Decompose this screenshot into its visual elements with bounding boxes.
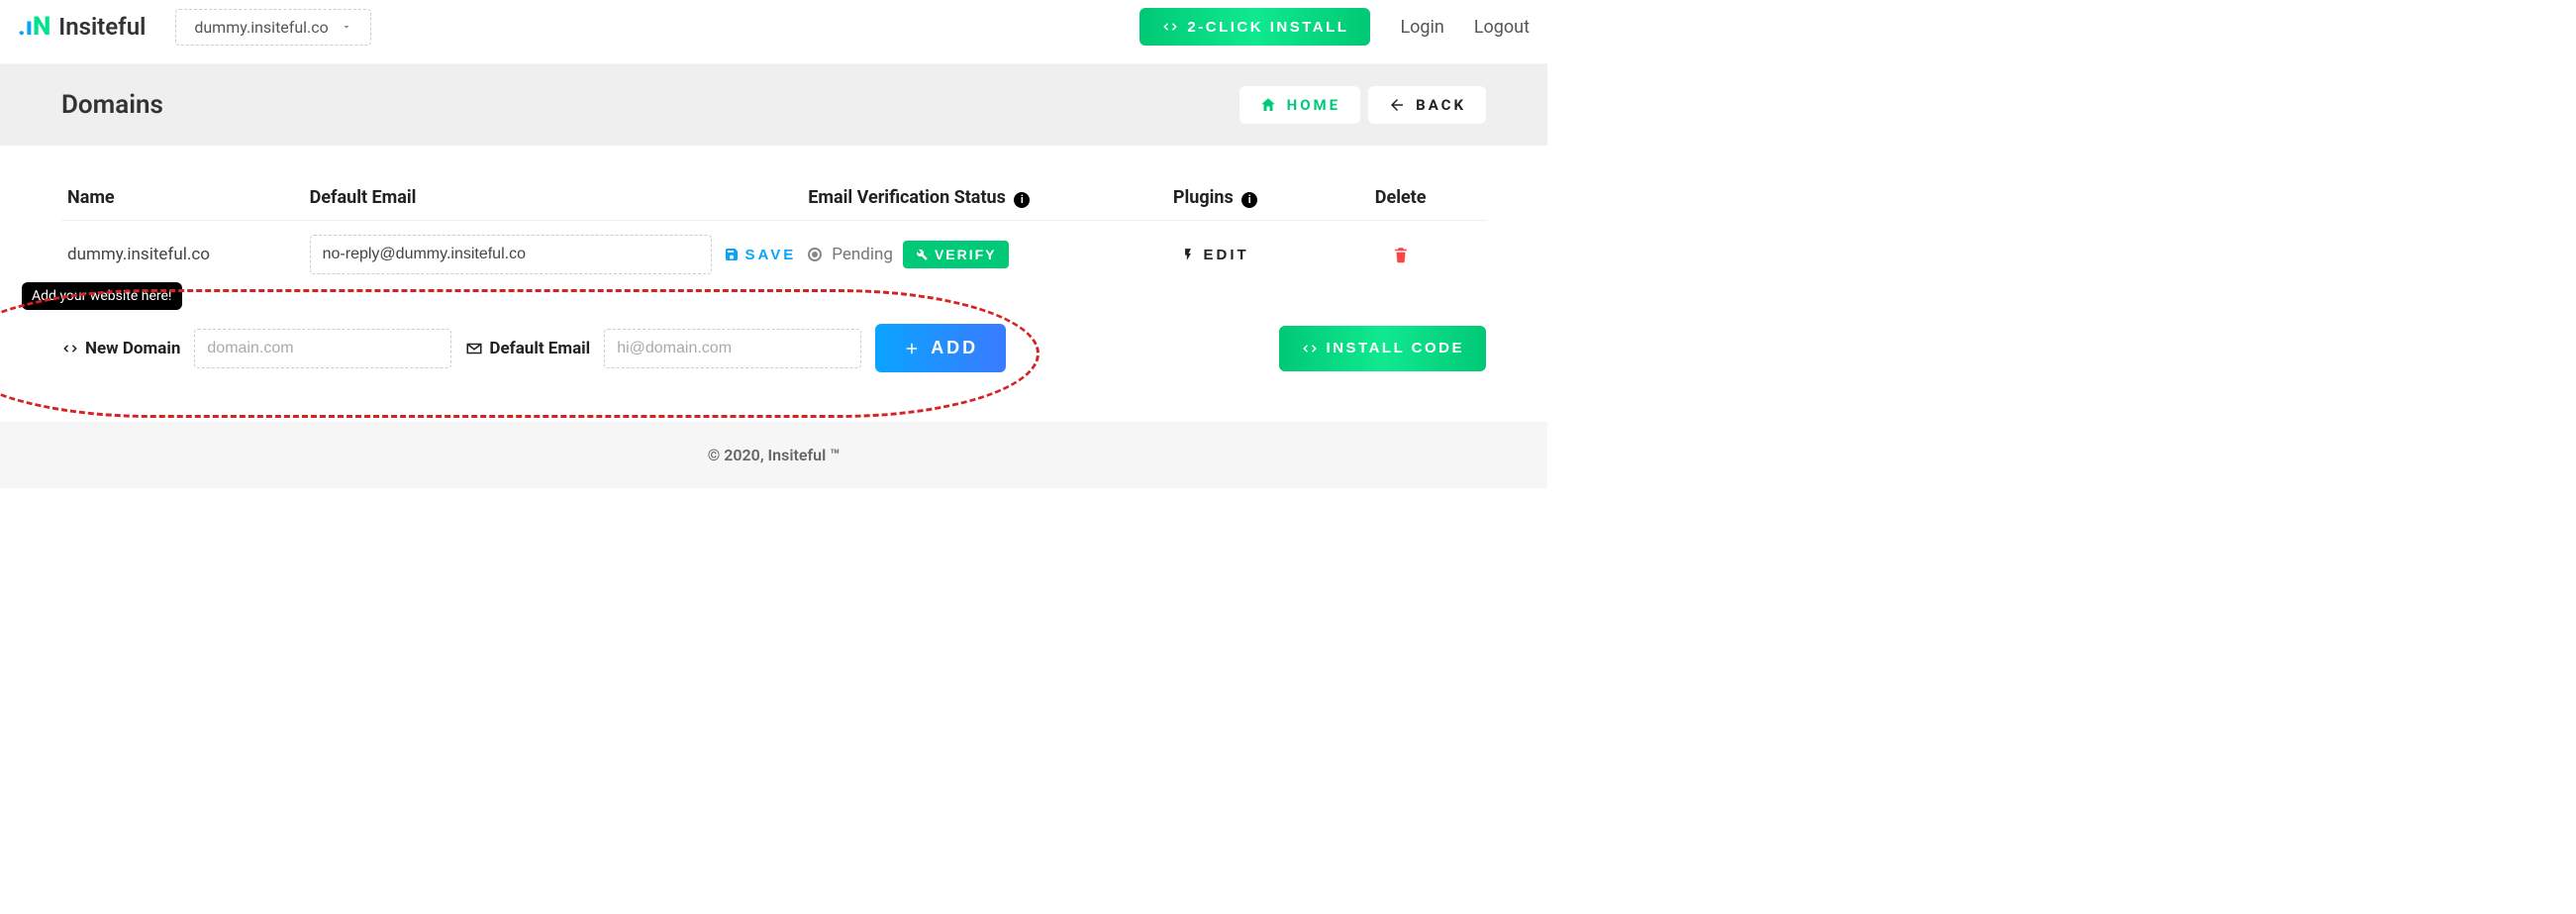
- col-plugins: Plugins i: [1116, 175, 1315, 221]
- new-domain-row: Add your website here! New Domain Defaul…: [61, 324, 1486, 372]
- info-icon[interactable]: i: [1014, 192, 1030, 208]
- install-code-label: INSTALL CODE: [1327, 340, 1464, 356]
- code-icon: [61, 340, 79, 357]
- save-label: SAVE: [745, 247, 797, 263]
- home-label: HOME: [1287, 96, 1341, 114]
- col-delete: Delete: [1315, 175, 1486, 221]
- info-icon[interactable]: i: [1241, 192, 1257, 208]
- save-button[interactable]: SAVE: [724, 247, 797, 263]
- col-default-email: Default Email: [304, 175, 803, 221]
- add-button[interactable]: ADD: [875, 324, 1006, 372]
- bolt-icon: [1181, 247, 1195, 262]
- envelope-icon: [465, 340, 483, 357]
- tooltip-text: Add your website here!: [32, 288, 172, 304]
- default-email-input[interactable]: [310, 235, 712, 274]
- pending-label: Pending: [832, 245, 893, 264]
- plus-icon: [903, 340, 921, 357]
- new-default-email-input[interactable]: [604, 329, 861, 368]
- new-domain-label-wrap: New Domain: [61, 339, 180, 358]
- verification-cell: Pending VERIFY: [802, 221, 1116, 289]
- domain-selector[interactable]: dummy.insiteful.co: [175, 9, 370, 46]
- install-code-button[interactable]: INSTALL CODE: [1279, 326, 1486, 371]
- home-icon: [1259, 96, 1277, 114]
- brand-name: Insiteful: [58, 13, 146, 41]
- new-domain-input[interactable]: [194, 329, 451, 368]
- footer: © 2020, Insiteful ™: [0, 422, 1547, 488]
- verify-button[interactable]: VERIFY: [903, 241, 1009, 268]
- delete-cell: [1315, 221, 1486, 289]
- logout-link[interactable]: Logout: [1474, 17, 1530, 38]
- col-plugins-label: Plugins: [1173, 187, 1234, 208]
- chevron-down-icon: [341, 21, 352, 33]
- default-email-label-wrap: Default Email: [465, 339, 590, 358]
- col-verification-label: Email Verification Status: [808, 187, 1006, 208]
- wrench-icon: [915, 248, 929, 261]
- radio-icon: [808, 248, 822, 261]
- add-label: ADD: [931, 338, 978, 358]
- code-icon: [1161, 18, 1179, 36]
- back-label: BACK: [1416, 96, 1466, 114]
- two-click-install-button[interactable]: 2-CLICK INSTALL: [1139, 8, 1370, 46]
- footer-text: © 2020, Insiteful ™: [708, 446, 841, 464]
- new-domain-tooltip: Add your website here!: [22, 282, 182, 310]
- brand-logo[interactable]: .ıN Insiteful: [18, 13, 146, 41]
- col-name: Name: [61, 175, 304, 221]
- new-domain-label: New Domain: [85, 339, 180, 358]
- domain-name-cell: dummy.insiteful.co: [61, 221, 304, 289]
- title-band: Domains HOME BACK: [0, 64, 1547, 146]
- table-row: dummy.insiteful.co SAVE: [61, 221, 1486, 289]
- edit-label: EDIT: [1203, 247, 1248, 263]
- content-area: Name Default Email Email Verification St…: [0, 146, 1547, 422]
- plugins-cell: EDIT: [1116, 221, 1315, 289]
- default-email-label: Default Email: [489, 339, 590, 358]
- default-email-cell: SAVE: [304, 221, 803, 289]
- page-title: Domains: [61, 90, 163, 120]
- arrow-left-icon: [1388, 96, 1406, 114]
- login-link[interactable]: Login: [1400, 17, 1443, 38]
- selected-domain: dummy.insiteful.co: [194, 18, 328, 37]
- col-verification: Email Verification Status i: [802, 175, 1116, 221]
- save-icon: [724, 247, 740, 262]
- back-button[interactable]: BACK: [1368, 86, 1486, 124]
- brand-mark: .ıN: [18, 14, 50, 40]
- verify-label: VERIFY: [935, 247, 997, 262]
- code-icon: [1301, 340, 1319, 357]
- install-label: 2-CLICK INSTALL: [1187, 19, 1348, 36]
- domains-table: Name Default Email Email Verification St…: [61, 175, 1486, 288]
- trash-icon[interactable]: [1321, 245, 1480, 264]
- edit-plugins-button[interactable]: EDIT: [1181, 247, 1248, 263]
- top-bar: .ıN Insiteful dummy.insiteful.co 2-CLICK…: [0, 0, 1547, 64]
- home-button[interactable]: HOME: [1239, 86, 1361, 124]
